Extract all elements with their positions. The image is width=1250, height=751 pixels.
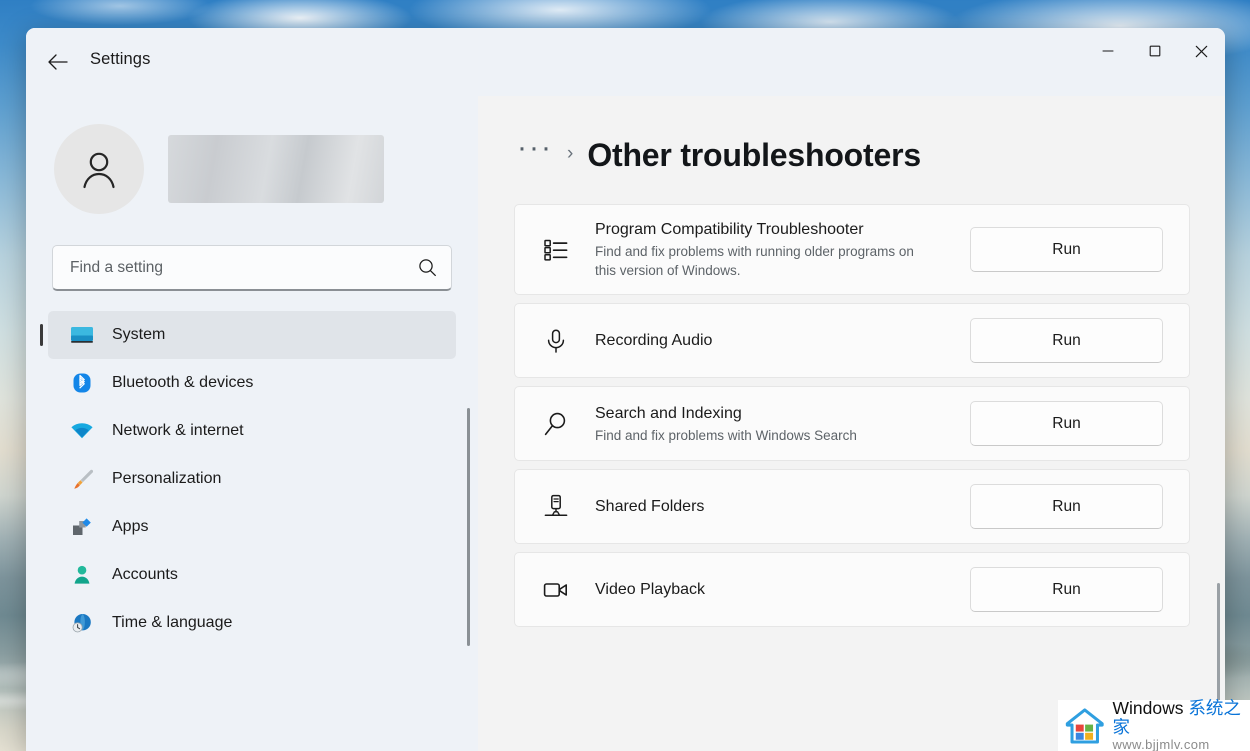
watermark-brand: Windows 系统之家 — [1112, 699, 1250, 736]
microphone-glyph — [547, 329, 565, 353]
server-glyph — [544, 494, 568, 516]
troubleshooter-list: Program Compatibility Troubleshooter Fin… — [514, 204, 1225, 628]
chevron-right-icon: › — [566, 143, 574, 164]
paintbrush-glyph — [74, 469, 93, 489]
paintbrush-icon — [70, 467, 94, 491]
account-glyph — [74, 565, 90, 584]
search-field[interactable] — [70, 258, 418, 277]
sidebar-nav: System Bluetooth & devices Network & int… — [26, 311, 478, 647]
card-title: Program Compatibility Troubleshooter — [595, 221, 864, 238]
account-block[interactable] — [54, 124, 478, 214]
back-arrow-icon[interactable] — [40, 44, 76, 80]
card-text: Program Compatibility Troubleshooter Fin… — [595, 219, 970, 280]
sidebar-item-label: Time & language — [112, 614, 233, 631]
run-button[interactable]: Run — [970, 227, 1163, 273]
settings-window: Settings Find a setting System Bluetooth… — [26, 28, 1225, 751]
watermark: Windows 系统之家 www.bjjmlv.com — [1058, 699, 1250, 751]
sidebar: System Bluetooth & devices — [26, 96, 478, 751]
breadcrumb: ··· › Other troubleshooters — [517, 133, 1225, 177]
content-pane: ··· › Other troubleshooters Program Comp… — [478, 96, 1225, 751]
breadcrumb-overflow-icon[interactable]: ··· — [517, 133, 553, 177]
card-text: Search and Indexing Find and fix problem… — [595, 403, 970, 445]
sidebar-item-label: Apps — [112, 518, 149, 535]
network-server-icon — [539, 493, 573, 521]
sidebar-scrollbar[interactable] — [467, 408, 470, 646]
sidebar-item-label: Network & internet — [112, 422, 244, 439]
run-button[interactable]: Run — [970, 318, 1163, 364]
watermark-text: Windows 系统之家 www.bjjmlv.com — [1112, 699, 1250, 751]
clock-globe-glyph — [72, 614, 91, 633]
search-input[interactable] — [52, 245, 452, 291]
troubleshooter-card[interactable]: Video Playback Run — [514, 552, 1190, 628]
card-title: Recording Audio — [595, 331, 713, 349]
maximize-glyph — [1149, 45, 1160, 57]
username-redacted-block — [168, 135, 384, 203]
card-title: Shared Folders — [595, 497, 705, 515]
search-magnifier-icon — [539, 410, 573, 438]
troubleshooter-card[interactable]: Shared Folders Run — [514, 469, 1190, 545]
account-person-icon — [70, 563, 94, 587]
troubleshooter-card[interactable]: Search and Indexing Find and fix problem… — [514, 386, 1190, 462]
maximize-icon[interactable] — [1131, 28, 1178, 74]
minimize-icon[interactable] — [1084, 28, 1131, 74]
monitor-glyph — [71, 327, 93, 343]
sidebar-item-label: Personalization — [112, 470, 222, 487]
card-text: Video Playback — [595, 579, 970, 601]
card-text: Shared Folders — [595, 496, 970, 518]
minimize-glyph — [1101, 50, 1114, 52]
desktop-background: Settings Find a setting System Bluetooth… — [0, 0, 1250, 751]
house-windows-logo-icon — [1065, 707, 1104, 744]
list-items-icon — [539, 236, 573, 264]
window-controls — [1084, 28, 1225, 74]
sidebar-item-personalization[interactable]: Personalization — [48, 455, 456, 503]
run-button[interactable]: Run — [970, 567, 1163, 613]
card-title: Search and Indexing — [595, 404, 742, 422]
magnifier-glyph — [544, 412, 566, 436]
run-button[interactable]: Run — [970, 484, 1163, 530]
person-avatar-icon — [54, 124, 144, 214]
sidebar-item-bluetooth-devices[interactable]: Bluetooth & devices — [48, 359, 456, 407]
watermark-brand-en: Windows — [1112, 698, 1189, 719]
sidebar-item-label: System — [112, 326, 166, 343]
video-camera-glyph — [543, 583, 567, 597]
wifi-icon — [70, 419, 94, 443]
display-monitor-icon — [70, 323, 94, 347]
video-camera-icon — [539, 576, 573, 604]
search-icon[interactable] — [418, 258, 437, 277]
run-button[interactable]: Run — [970, 401, 1163, 447]
card-description: Find and fix problems with running older… — [595, 244, 914, 279]
sidebar-item-network-internet[interactable]: Network & internet — [48, 407, 456, 455]
microphone-icon — [539, 327, 573, 355]
close-icon[interactable] — [1178, 28, 1225, 74]
sidebar-item-label: Bluetooth & devices — [112, 374, 254, 391]
sidebar-item-apps[interactable]: Apps — [48, 503, 456, 551]
title-bar: Settings — [26, 28, 1225, 96]
app-title: Settings — [90, 50, 151, 68]
card-text: Recording Audio — [595, 330, 970, 352]
wifi-glyph — [71, 423, 93, 439]
apps-squares-icon — [70, 515, 94, 539]
troubleshooter-card[interactable]: Program Compatibility Troubleshooter Fin… — [514, 204, 1190, 296]
list-glyph — [544, 239, 568, 261]
bluetooth-icon — [70, 371, 94, 395]
card-title: Video Playback — [595, 580, 705, 598]
close-glyph — [1195, 45, 1208, 57]
sidebar-item-system[interactable]: System — [40, 311, 456, 359]
sidebar-item-accounts[interactable]: Accounts — [48, 551, 456, 599]
bluetooth-glyph — [73, 373, 91, 393]
window-body: System Bluetooth & devices — [26, 96, 1225, 751]
avatar-glyph — [83, 152, 115, 189]
card-description: Find and fix problems with Windows Searc… — [595, 427, 857, 443]
apps-glyph — [73, 518, 91, 535]
watermark-url: www.bjjmlv.com — [1112, 737, 1210, 751]
sidebar-item-label: Accounts — [112, 566, 178, 583]
page-title: Other troubleshooters — [587, 136, 921, 173]
sidebar-item-time-language[interactable]: Time & language — [48, 599, 456, 647]
troubleshooter-card[interactable]: Recording Audio Run — [514, 303, 1190, 379]
back-arrow-glyph — [48, 54, 68, 70]
clock-globe-icon — [70, 611, 94, 635]
